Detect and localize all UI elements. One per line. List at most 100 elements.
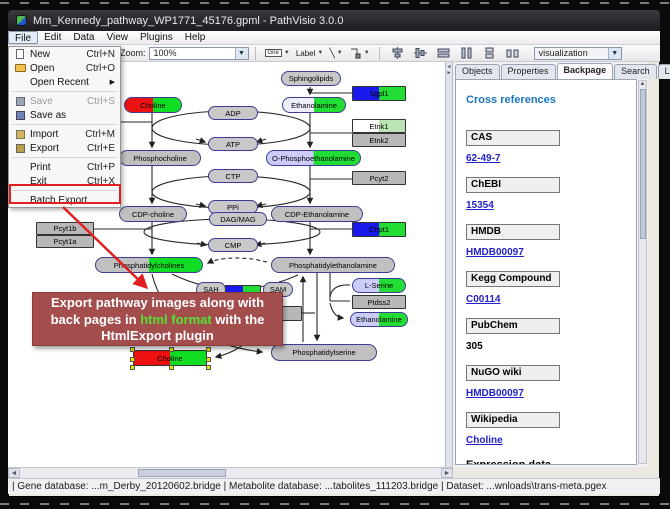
crossref-link[interactable]: HMDB00097	[466, 247, 636, 258]
toolbar-separator	[379, 47, 380, 60]
menu-help[interactable]: Help	[179, 31, 212, 44]
node-ethanolamine-bottom[interactable]: Ethanolamine	[350, 312, 408, 327]
crossref-entry-hmdb: HMDB HMDB00097	[466, 224, 636, 258]
batch-export-highlight-box	[9, 184, 121, 204]
selection-handle[interactable]	[130, 357, 135, 362]
crossref-link[interactable]: 15354	[466, 200, 636, 211]
tab-objects[interactable]: Objects	[455, 64, 500, 79]
backpage-heading: Cross references	[466, 94, 636, 106]
node-pcyt1b[interactable]: Pcyt1b	[36, 222, 94, 235]
node-etnk2[interactable]: Etnk2	[352, 133, 406, 147]
node-cmp[interactable]: CMP	[208, 238, 258, 252]
selection-handle[interactable]	[169, 347, 174, 352]
node-chpt1[interactable]: Chpt1	[352, 222, 406, 237]
panel-scrollbar-thumb[interactable]	[640, 89, 646, 239]
selection-handle[interactable]	[206, 357, 211, 362]
node-phosphatidylethanolamine[interactable]: Phosphatidylethanolamine	[271, 257, 395, 273]
label-tool-text: Label	[296, 49, 316, 58]
file-menu-item-open-recent[interactable]: Open Recent▶	[9, 75, 120, 89]
menu-separator	[12, 157, 117, 158]
selection-handle[interactable]	[130, 347, 135, 352]
crossref-link[interactable]: C00114	[466, 294, 636, 305]
menu-bar: FileEditDataViewPluginsHelp	[8, 31, 660, 45]
node-ethanolamine-top[interactable]: Ethanolamine	[282, 97, 346, 113]
file-menu-item-open[interactable]: OpenCtrl+O	[9, 61, 120, 75]
canvas-hscrollbar-thumb[interactable]	[138, 469, 226, 477]
zoom-combo[interactable]: 100% ▼	[149, 47, 249, 60]
shortcut-label: Ctrl+E	[87, 143, 115, 154]
crossref-link[interactable]: 62-49-7	[466, 153, 636, 164]
line-tool-button[interactable]: ╲ ▼	[326, 47, 345, 60]
node-phosphatidylcholines[interactable]: Phosphatidylcholines	[95, 257, 203, 273]
node-sgpl1[interactable]: Sgpl1	[352, 86, 406, 101]
node-pcyt1a[interactable]: Pcyt1a	[36, 235, 94, 248]
node-choline-top[interactable]: Choline	[124, 97, 182, 113]
menu-file[interactable]: File	[8, 31, 38, 44]
stack-horizontal-icon[interactable]	[506, 47, 519, 59]
file-menu-item-export[interactable]: ExportCtrl+E	[9, 141, 120, 155]
align-horizontal-center-icon[interactable]	[414, 47, 427, 59]
node-etnk1[interactable]: Etnk1	[352, 119, 406, 133]
node-cdp-ethanolamine[interactable]: CDP-Ethanolamine	[271, 206, 363, 222]
crossref-db-header: PubChem	[466, 318, 560, 334]
gene-tool-button[interactable]: Gne ▼	[262, 48, 293, 58]
scroll-left-icon[interactable]: ◄	[8, 468, 20, 478]
node-choline-selected[interactable]: Choline	[133, 350, 207, 366]
crossref-db-header: ChEBI	[466, 177, 560, 193]
label-tool-button[interactable]: Label ▼	[293, 48, 327, 59]
file-menu-item-print[interactable]: PrintCtrl+P	[9, 160, 120, 174]
tab-legend[interactable]: Legend	[658, 64, 670, 79]
common-width-icon[interactable]	[460, 47, 473, 59]
selection-handle[interactable]	[206, 347, 211, 352]
chevron-down-icon: ▼	[337, 50, 343, 56]
align-vertical-center-icon[interactable]	[391, 47, 404, 59]
chevron-down-icon[interactable]: ▼	[235, 48, 248, 59]
chevron-down-icon[interactable]: ▼	[608, 48, 621, 59]
menu-view[interactable]: View	[100, 31, 134, 44]
file-menu-item-label: Save as	[30, 110, 115, 121]
node-adp[interactable]: ADP	[208, 106, 258, 120]
node-phosphatidylserine[interactable]: Phosphatidylserine	[271, 344, 377, 361]
panel-scrollbar[interactable]: ▲	[638, 80, 647, 464]
crossref-db-header: HMDB	[466, 224, 560, 240]
crossref-db-header: CAS	[466, 130, 560, 146]
node-pcyt2[interactable]: Pcyt2	[352, 171, 406, 185]
connector-tool-button[interactable]: ▼	[346, 46, 373, 60]
export-icon	[13, 144, 27, 153]
node-ctp[interactable]: CTP	[208, 169, 258, 183]
node-sphingolipids[interactable]: Sphingolipids	[281, 71, 341, 86]
node-cdp-choline[interactable]: CDP-choline	[119, 206, 187, 222]
crossref-db-header: Kegg Compound	[466, 271, 560, 287]
crossref-entry-kegg-compound: Kegg Compound C00114	[466, 271, 636, 305]
file-menu-item-label: New	[30, 49, 86, 60]
selection-handle[interactable]	[130, 365, 135, 370]
scroll-right-icon[interactable]: ►	[441, 468, 453, 478]
node-o-phosphoethanolamine[interactable]: O-Phosphoethanolamine	[266, 150, 361, 166]
node-dag-mag[interactable]: DAG/MAG	[209, 212, 267, 226]
tab-backpage[interactable]: Backpage	[557, 63, 614, 80]
tab-search[interactable]: Search	[614, 64, 657, 79]
panel-splitter[interactable]: ◄►	[445, 62, 453, 467]
connector-tool-icon	[349, 47, 362, 59]
node-ptdss2[interactable]: Ptdss2	[352, 295, 406, 309]
node-l-serine[interactable]: L-Serine	[352, 278, 406, 293]
menu-edit[interactable]: Edit	[38, 31, 67, 44]
menu-data[interactable]: Data	[67, 31, 100, 44]
common-height-icon[interactable]	[437, 47, 450, 59]
node-phosphocholine[interactable]: Phosphocholine	[119, 150, 201, 166]
saveas-icon	[13, 111, 27, 120]
file-menu-item-save[interactable]: SaveCtrl+S	[9, 94, 120, 108]
file-menu-item-new[interactable]: NewCtrl+N	[9, 47, 120, 61]
crossref-link[interactable]: HMDB00097	[466, 388, 636, 399]
visualization-combo[interactable]: visualization ▼	[534, 47, 622, 60]
tab-properties[interactable]: Properties	[501, 64, 556, 79]
menu-plugins[interactable]: Plugins	[134, 31, 179, 44]
stack-vertical-icon[interactable]	[483, 47, 496, 59]
selection-handle[interactable]	[206, 365, 211, 370]
selection-handle[interactable]	[169, 365, 174, 370]
file-menu-item-save-as[interactable]: Save as	[9, 108, 120, 122]
file-menu-item-import[interactable]: ImportCtrl+M	[9, 127, 120, 141]
canvas-hscrollbar[interactable]: ◄ ►	[8, 467, 453, 478]
node-atp[interactable]: ATP	[208, 137, 258, 151]
crossref-link[interactable]: Choline	[466, 435, 636, 446]
